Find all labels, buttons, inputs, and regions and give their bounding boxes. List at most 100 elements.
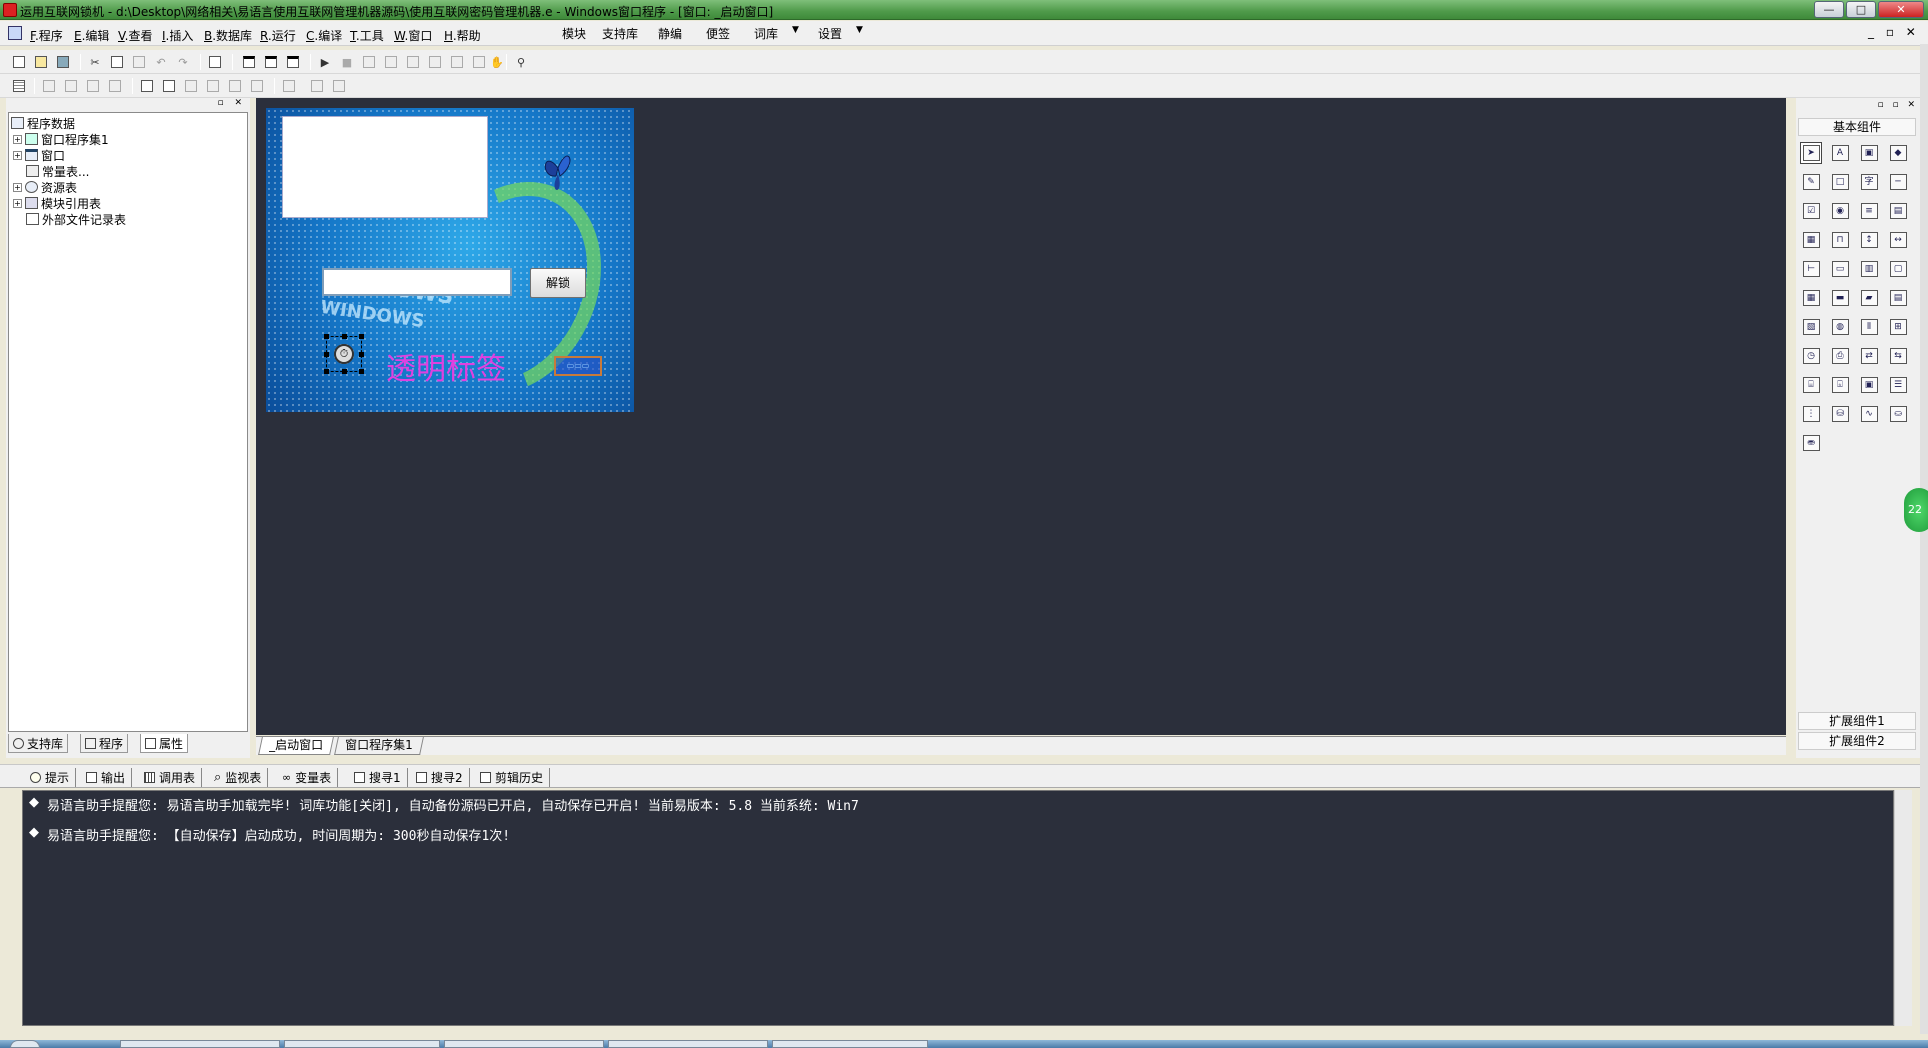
component-table-icon[interactable]: ▥ xyxy=(1858,258,1880,280)
component-picture-icon[interactable]: ▣ xyxy=(1858,142,1880,164)
tree-node-external-files[interactable]: 外部文件记录表 xyxy=(26,211,126,227)
center-h-icon[interactable] xyxy=(138,77,156,95)
component-timer-icon[interactable]: ◷ xyxy=(1800,345,1822,367)
component-document-icon[interactable]: ▤ xyxy=(1887,287,1909,309)
output-panel[interactable]: ◆ 易语言助手提醒您: 易语言助手加载完毕! 词库功能[关闭], 自动备份源码已开… xyxy=(22,790,1894,1026)
resize-handle[interactable] xyxy=(359,369,364,374)
tree-node-constants[interactable]: 常量表... xyxy=(26,163,89,179)
find-icon[interactable] xyxy=(206,53,224,71)
resize-handle[interactable] xyxy=(342,369,347,374)
project-tree[interactable]: 程序数据 + 窗口程序集1 + 窗口 常量表... + 资源表 + 模块引用表 xyxy=(8,112,248,732)
tab-search1[interactable]: 搜寻1 xyxy=(348,768,408,787)
tab-call-table[interactable]: 调用表 xyxy=(138,768,203,787)
output-scrollbar[interactable] xyxy=(1894,790,1912,1026)
component-radio-icon[interactable]: ◉ xyxy=(1829,200,1851,222)
component-grid-icon[interactable]: ▦ xyxy=(1800,229,1822,251)
menu-window[interactable]: W.窗口 xyxy=(394,27,432,44)
step-out-icon[interactable] xyxy=(426,53,444,71)
tab-search2[interactable]: 搜寻2 xyxy=(410,768,470,787)
component-hscroll-icon[interactable]: ↔ xyxy=(1887,229,1909,251)
component-db-icon[interactable]: ⛁ xyxy=(1829,403,1851,425)
step-over-icon[interactable] xyxy=(404,53,422,71)
tab-clip-history[interactable]: 剪辑历史 xyxy=(474,768,551,787)
layout2-icon[interactable] xyxy=(262,53,280,71)
component-frame-icon[interactable]: □ xyxy=(1829,171,1851,193)
small-component[interactable]: ▭▭▭ xyxy=(554,356,602,376)
align-right-icon[interactable] xyxy=(62,77,80,95)
new-file-icon[interactable] xyxy=(10,53,28,71)
run-to-cursor-icon[interactable] xyxy=(448,53,466,71)
component-odbc-icon[interactable]: ⛀ xyxy=(1887,403,1909,425)
tab-support-lib[interactable]: 支持库 xyxy=(8,734,69,753)
tab-assembly[interactable]: 窗口程序集1 xyxy=(334,737,424,755)
close-button[interactable]: ✕ xyxy=(1878,1,1924,18)
window-scrollbar[interactable] xyxy=(1920,44,1928,1034)
component-slider-icon[interactable]: ⊢ xyxy=(1800,258,1822,280)
component-calendar-icon[interactable]: ▦ xyxy=(1800,287,1822,309)
start-button[interactable] xyxy=(10,1040,40,1048)
save-icon[interactable] xyxy=(54,53,72,71)
component-folder-icon[interactable]: ▰ xyxy=(1858,287,1880,309)
menu-support-lib[interactable]: 支持库 xyxy=(602,25,638,42)
breakpoint-icon[interactable] xyxy=(470,53,488,71)
component-network-icon[interactable]: ⇄ xyxy=(1858,345,1880,367)
step-icon[interactable] xyxy=(360,53,378,71)
tab-startup-window[interactable]: _启动窗口 xyxy=(258,737,334,755)
panel-buttons[interactable]: ▫ ▫ ✕ xyxy=(1878,100,1918,110)
menu-database[interactable]: B.数据库 xyxy=(204,27,252,44)
component-progress-icon[interactable]: ▭ xyxy=(1829,258,1851,280)
space-h-icon[interactable] xyxy=(182,77,200,95)
grid-icon[interactable] xyxy=(10,77,28,95)
password-input[interactable] xyxy=(322,268,512,296)
center-v-icon[interactable] xyxy=(160,77,178,95)
taskbar-item[interactable] xyxy=(608,1040,768,1048)
space-v-icon[interactable] xyxy=(204,77,222,95)
tree-node-assembly[interactable]: + 窗口程序集1 xyxy=(13,131,109,147)
menu-lexicon[interactable]: 词库 xyxy=(754,25,778,42)
menu-program[interactable]: F.程序 xyxy=(30,27,63,44)
menu-module[interactable]: 模块 xyxy=(562,25,586,42)
menu-insert[interactable]: I.插入 xyxy=(162,27,193,44)
component-image-list-icon[interactable]: ▧ xyxy=(1800,316,1822,338)
mdi-buttons[interactable]: _ ▫ ✕ xyxy=(1868,25,1920,39)
tab-output[interactable]: 输出 xyxy=(80,768,133,787)
step-into-icon[interactable] xyxy=(382,53,400,71)
open-file-icon[interactable] xyxy=(32,53,50,71)
side-badge[interactable]: 22 xyxy=(1904,488,1928,532)
component-split-icon[interactable]: ⫴ xyxy=(1858,316,1880,338)
tree-node-resources[interactable]: + 资源表 xyxy=(13,179,77,195)
resize-handle[interactable] xyxy=(342,334,347,339)
component-label-icon[interactable]: A xyxy=(1829,142,1851,164)
resize-handle[interactable] xyxy=(324,334,329,339)
component-tree-icon[interactable]: ⊞ xyxy=(1887,316,1909,338)
transparent-label[interactable]: 透明标签 xyxy=(386,344,506,388)
component-list2-icon[interactable]: ☰ xyxy=(1887,374,1909,396)
run-icon[interactable]: ▶ xyxy=(316,53,334,71)
component-odbc2-icon[interactable]: ⛂ xyxy=(1800,432,1822,454)
maximize-button[interactable]: □ xyxy=(1846,1,1876,18)
component-edit-icon[interactable]: ✎ xyxy=(1800,171,1822,193)
component-globe-icon[interactable]: ◍ xyxy=(1829,316,1851,338)
component-listbox-icon[interactable]: ≡ xyxy=(1858,200,1880,222)
picture-box[interactable] xyxy=(282,116,488,218)
startup-window-form[interactable]: WINDOWS WINDOWS 解锁 ⏱ 透明标签 ▭▭▭ xyxy=(266,108,634,412)
resize-handle[interactable] xyxy=(324,369,329,374)
expand-icon[interactable]: + xyxy=(13,150,22,160)
component-tree2-icon[interactable]: ⋮ xyxy=(1800,403,1822,425)
menu-edit[interactable]: E.编辑 xyxy=(74,27,109,44)
paste-icon[interactable] xyxy=(130,53,148,71)
minimize-button[interactable]: — xyxy=(1814,1,1844,18)
component-scroll-v-icon[interactable]: ↕ xyxy=(1858,229,1880,251)
resize-handle[interactable] xyxy=(324,352,329,357)
component-server-icon[interactable]: ⌸ xyxy=(1800,374,1822,396)
component-arrow-icon[interactable]: ➤ xyxy=(1800,142,1822,164)
menu-compile[interactable]: C.编译 xyxy=(306,27,342,44)
layout3-icon[interactable] xyxy=(284,53,302,71)
tab-watch[interactable]: ⌕ 监视表 xyxy=(208,768,269,787)
tree-node-module-refs[interactable]: + 模块引用表 xyxy=(13,195,101,211)
hand-icon[interactable]: ✋ xyxy=(488,53,506,71)
binoculars-icon[interactable]: ⚲ xyxy=(512,53,530,71)
expand-icon[interactable]: + xyxy=(13,134,22,144)
component-button-icon[interactable]: ▬ xyxy=(1829,287,1851,309)
menu-help[interactable]: H.帮助 xyxy=(444,27,481,44)
